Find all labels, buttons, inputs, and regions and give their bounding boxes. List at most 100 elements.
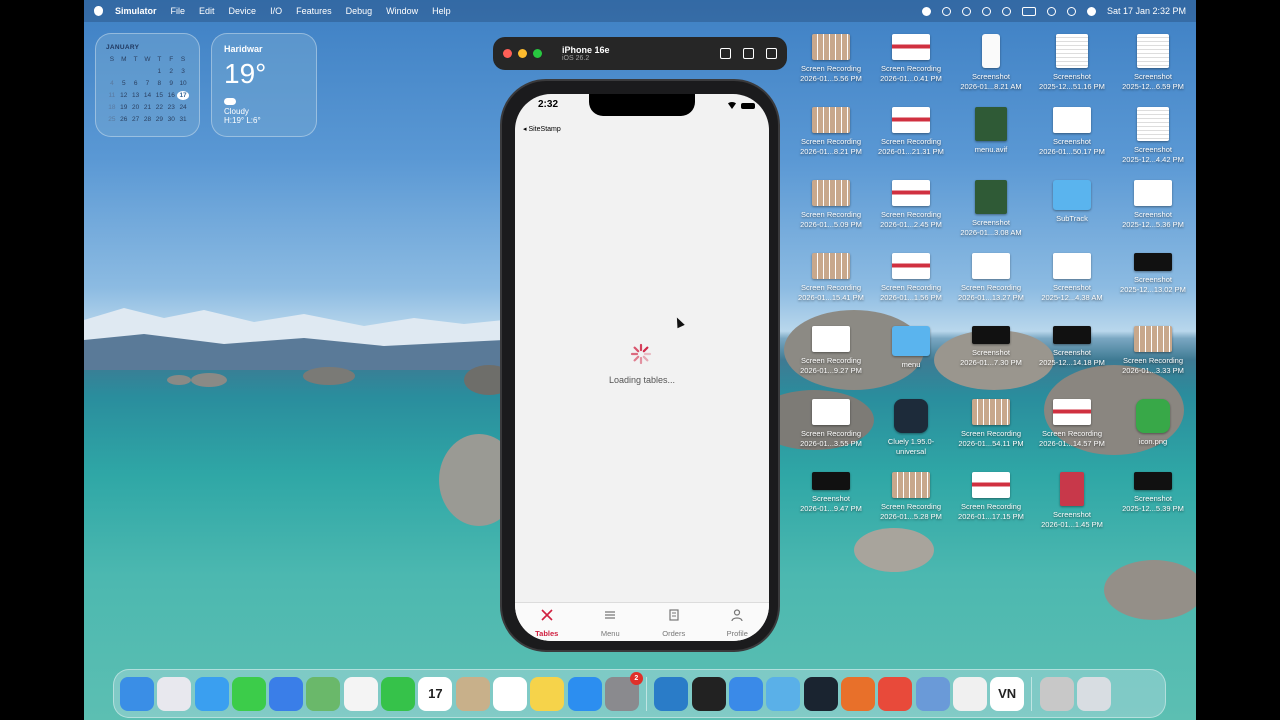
cluely-status-icon[interactable] (961, 6, 971, 16)
desktop-file[interactable]: Screenshot 2026-01...1.45 PM (1032, 472, 1112, 530)
apple-menu-icon[interactable] (94, 6, 103, 16)
desktop-file[interactable]: icon.png (1113, 399, 1193, 447)
file-name-detail: 2026-01...5.28 PM (880, 512, 942, 521)
desktop-file[interactable]: Screen Recording 2026-01...5.56 PM (791, 34, 871, 84)
file-thumbnail-icon (892, 180, 930, 206)
desktop-file[interactable]: Screenshot 2025-12...5.39 PM (1113, 472, 1193, 514)
menu-features[interactable]: Features (296, 6, 332, 16)
spark-icon[interactable] (878, 676, 913, 711)
desktop-file[interactable]: Screen Recording 2026-01...21.31 PM (871, 107, 951, 157)
battery-icon[interactable] (1021, 6, 1036, 16)
menubar-datetime[interactable]: Sat 17 Jan 2:32 PM (1107, 6, 1186, 16)
simulator-icon[interactable] (915, 676, 950, 711)
menu-window[interactable]: Window (386, 6, 418, 16)
unity-icon[interactable] (691, 676, 726, 711)
messages-icon[interactable] (231, 676, 266, 711)
facetime-icon[interactable] (381, 676, 416, 711)
menu-edit[interactable]: Edit (199, 6, 215, 16)
vn-icon[interactable]: VN (990, 676, 1025, 711)
calendar-day: 25 (108, 116, 116, 123)
vscode-icon[interactable] (654, 676, 689, 711)
desktop-file[interactable]: SubTrack (1032, 180, 1112, 224)
siri-icon[interactable] (1086, 6, 1096, 16)
desktop-file[interactable]: Screen Recording 2026-01...9.27 PM (791, 326, 871, 376)
notes-icon[interactable] (530, 676, 565, 711)
cluely-icon[interactable] (803, 676, 838, 711)
menu-debug[interactable]: Debug (346, 6, 373, 16)
close-window-button[interactable] (503, 49, 512, 58)
contacts-icon[interactable] (455, 676, 490, 711)
desktop-file[interactable]: Screen Recording 2026-01...2.45 PM (871, 180, 951, 230)
desktop-file[interactable]: Cluely 1.95.0- universal (871, 399, 951, 457)
desktop-file[interactable]: Screen Recording 2026-01...14.57 PM (1032, 399, 1112, 449)
maps-icon[interactable] (306, 676, 341, 711)
brightness-icon[interactable] (941, 6, 951, 16)
firefox-icon[interactable] (840, 676, 875, 711)
calendar-day: 17 (177, 91, 189, 100)
record-status-icon[interactable] (921, 6, 931, 16)
file-name-detail: 2026-01...7.30 PM (960, 358, 1022, 367)
desktop-file[interactable]: Screenshot 2025-12...4.38 AM (1032, 253, 1112, 303)
weather-widget[interactable]: Haridwar 19° Cloudy H:19° L:6° (211, 33, 317, 137)
desktop-file[interactable]: Screenshot 2025-12...14.18 PM (1032, 326, 1112, 368)
chrome-icon[interactable] (952, 676, 987, 711)
desktop-file[interactable]: Screen Recording 2026-01...0.41 PM (871, 34, 951, 84)
zoom-window-button[interactable] (533, 49, 542, 58)
wifi-icon[interactable] (1001, 6, 1011, 16)
minimize-window-button[interactable] (518, 49, 527, 58)
tab-menu[interactable]: Menu (579, 603, 643, 641)
desktop-file[interactable]: Screenshot 2025-12...51.16 PM (1032, 34, 1112, 92)
desktop-file[interactable]: Screenshot 2025-12...5.36 PM (1113, 180, 1193, 230)
desktop-file[interactable]: Screen Recording 2026-01...5.09 PM (791, 180, 871, 230)
control-center-icon[interactable] (1066, 6, 1076, 16)
tab-profile[interactable]: Profile (706, 603, 770, 641)
menu-help[interactable]: Help (432, 6, 451, 16)
desktop-file[interactable]: Screen Recording 2026-01...15.41 PM (791, 253, 871, 303)
desktop-file[interactable]: Screenshot 2026-01...7.30 PM (951, 326, 1031, 368)
unity-status-icon[interactable] (981, 6, 991, 16)
desktop-file[interactable]: Screen Recording 2026-01...3.33 PM (1113, 326, 1193, 376)
menu-file[interactable]: File (171, 6, 186, 16)
launchpad-icon[interactable] (157, 676, 192, 711)
desktop-file[interactable]: menu (871, 326, 951, 370)
files-icon[interactable] (766, 676, 801, 711)
menu-device[interactable]: Device (229, 6, 257, 16)
desktop-file[interactable]: Screen Recording 2026-01...5.28 PM (871, 472, 951, 522)
desktop-file[interactable]: Screenshot 2026-01...3.08 AM (951, 180, 1031, 238)
system-settings-icon[interactable]: 2 (604, 671, 643, 711)
mail-icon[interactable] (269, 676, 304, 711)
desktop-file[interactable]: Screen Recording 2026-01...13.27 PM (951, 253, 1031, 303)
desktop-file[interactable]: Screenshot 2025-12...4.42 PM (1113, 107, 1193, 165)
back-to-app-link[interactable]: ◂ SiteStamp (523, 125, 561, 133)
photos-icon[interactable] (343, 676, 378, 711)
desktop-file[interactable]: Screen Recording 2026-01...3.55 PM (791, 399, 871, 449)
tab-orders[interactable]: Orders (642, 603, 706, 641)
menu-io[interactable]: I/O (270, 6, 282, 16)
calendar-widget[interactable]: JANUARY S M T W T F S 1 2 3 4 5 6 7 8 9 10 11 12 13 14 15 16 17… (95, 33, 200, 137)
desktop-file[interactable]: Screenshot 2025-12...6.59 PM (1113, 34, 1193, 92)
xcode-icon[interactable] (729, 676, 764, 711)
finder-icon[interactable] (120, 676, 154, 711)
screenshot-icon[interactable] (743, 48, 754, 59)
desktop-file[interactable]: Screenshot 2025-12...13.02 PM (1113, 253, 1193, 295)
reminders-icon[interactable] (492, 676, 527, 711)
home-icon[interactable] (720, 48, 731, 59)
desktop-file[interactable]: Screen Recording 2026-01...1.56 PM (871, 253, 951, 303)
desktop-file[interactable]: Screenshot 2026-01...9.47 PM (791, 472, 871, 514)
desktop-file[interactable]: Screen Recording 2026-01...54.11 PM (951, 399, 1031, 449)
desktop-file[interactable]: Screenshot 2026-01...8.21 AM (951, 34, 1031, 92)
tab-tables[interactable]: Tables (515, 603, 579, 641)
downloads-stack-icon[interactable] (1039, 676, 1074, 711)
rotate-icon[interactable] (766, 48, 777, 59)
trash-icon[interactable] (1077, 676, 1112, 711)
search-icon[interactable] (1046, 6, 1056, 16)
file-thumbnail-icon (972, 472, 1010, 498)
desktop-file[interactable]: Screen Recording 2026-01...17.15 PM (951, 472, 1031, 522)
desktop-file[interactable]: Screenshot 2026-01...50.17 PM (1032, 107, 1112, 157)
calendar-icon[interactable]: 17 (418, 676, 453, 711)
desktop-file[interactable]: menu.avif (951, 107, 1031, 155)
app-store-icon[interactable] (567, 676, 602, 711)
safari-icon[interactable] (194, 676, 229, 711)
menu-app-name[interactable]: Simulator (115, 6, 157, 16)
desktop-file[interactable]: Screen Recording 2026-01...8.21 PM (791, 107, 871, 157)
